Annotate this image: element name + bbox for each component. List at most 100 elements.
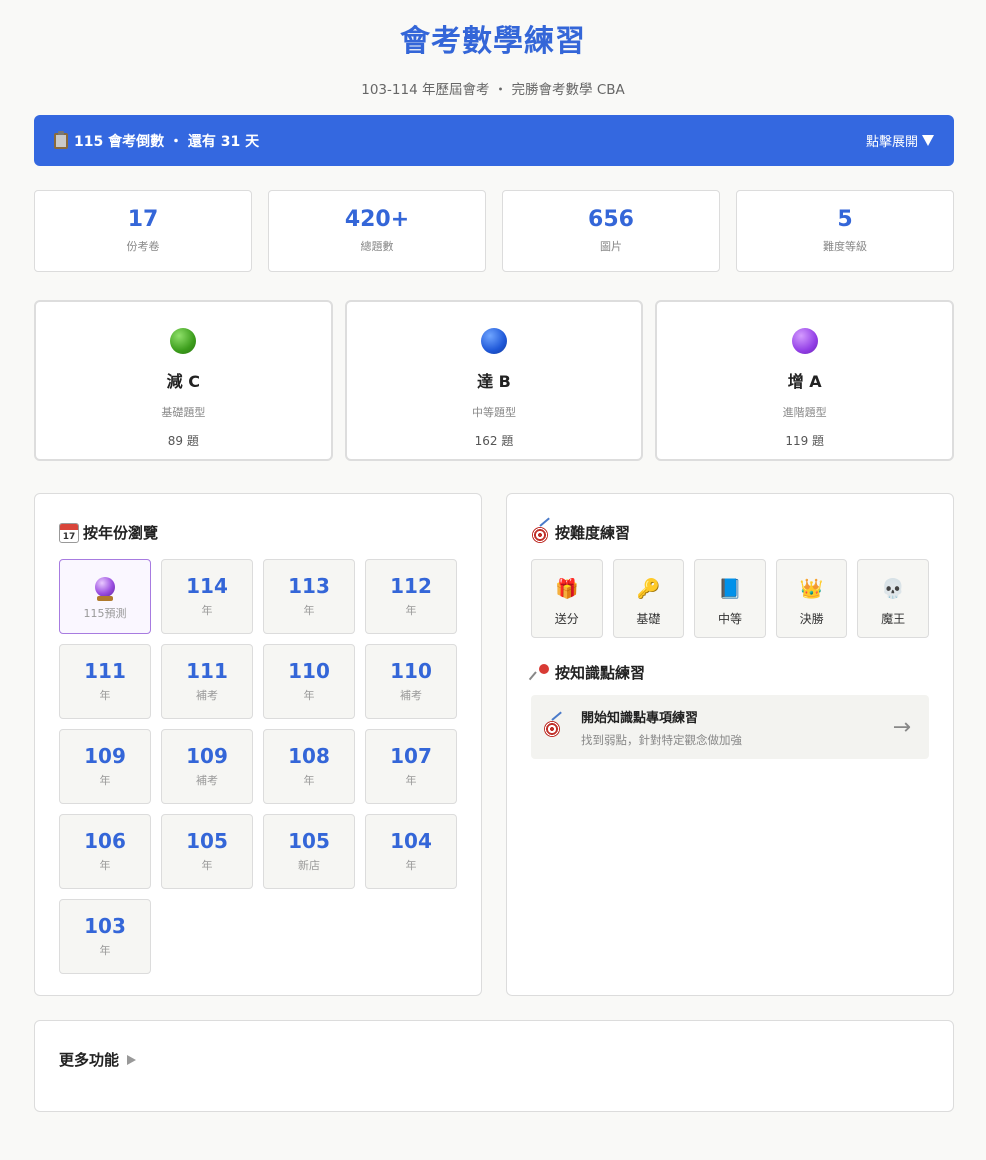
year-tile[interactable]: 105 新店 xyxy=(263,814,355,889)
year-tile[interactable]: 105 年 xyxy=(161,814,253,889)
key-icon: 🔑 xyxy=(636,578,661,600)
year-tile-sub: 115預測 xyxy=(83,607,127,620)
difficulty-label: 中等 xyxy=(717,612,742,626)
page-title: 會考數學練習 xyxy=(400,24,586,59)
knowledge-practice-card[interactable]: 開始知識點專項練習 找到弱點，針對特定觀念做加強 → xyxy=(531,695,929,759)
year-tile-number: 114 xyxy=(186,574,228,598)
difficulty-label: 決勝 xyxy=(799,612,824,626)
calendar-icon: 17 xyxy=(59,522,79,543)
level-name: 增 A xyxy=(787,372,822,391)
year-browse-panel: 17 按年份瀏覽 115預測 114 年 113 年 112 年 111 年 111 補考 110 年… xyxy=(34,493,482,996)
year-grid: 115預測 114 年 113 年 112 年 111 年 111 補考 110 年 110 補考 109 年… xyxy=(59,559,459,974)
level-card-a[interactable]: 增 A 進階題型 119 題 xyxy=(655,300,955,461)
difficulty-buttons: 🎁 送分 🔑 基礎 📘 中等 👑 決勝 💀 魔王 xyxy=(531,559,929,638)
arrow-right-icon: → xyxy=(892,714,911,740)
difficulty-label: 魔王 xyxy=(881,612,906,626)
stat-label: 總題數 xyxy=(360,240,394,253)
level-name: 減 C xyxy=(166,372,200,391)
stat-card-images: 656 圖片 xyxy=(502,190,720,272)
clipboard-icon xyxy=(54,130,68,149)
year-tile-sub: 新店 xyxy=(298,859,320,872)
dart-target-icon xyxy=(543,711,563,737)
year-tile[interactable]: 110 補考 xyxy=(365,644,457,719)
difficulty-button-decisive[interactable]: 👑 決勝 xyxy=(775,559,848,638)
gift-icon: 🎁 xyxy=(554,578,579,600)
year-tile-number: 107 xyxy=(390,744,432,768)
year-tile-number: 105 xyxy=(186,829,228,853)
year-tile-115-predict[interactable]: 115預測 xyxy=(59,559,151,634)
page-subtitle: 103-114 年歷屆會考 ・ 完勝會考數學 CBA xyxy=(361,82,625,98)
difficulty-button-boss[interactable]: 💀 魔王 xyxy=(857,559,929,638)
year-panel-heading: 17 按年份瀏覽 xyxy=(59,522,158,543)
level-count: 89 題 xyxy=(167,434,199,448)
level-count: 162 題 xyxy=(474,434,514,448)
year-tile-number: 109 xyxy=(186,744,228,768)
level-name: 達 B xyxy=(477,372,511,391)
more-features-toggle[interactable]: 更多功能 xyxy=(59,1049,137,1070)
expand-toggle-label: 點擊展開 xyxy=(865,135,918,150)
difficulty-button-basic[interactable]: 🔑 基礎 xyxy=(612,559,685,638)
year-tile-sub: 年 xyxy=(201,604,213,617)
skull-icon: 💀 xyxy=(881,578,905,600)
year-tile[interactable]: 108 年 xyxy=(263,729,355,804)
year-tile-sub: 年 xyxy=(303,604,315,617)
more-features-title: 更多功能 xyxy=(59,1051,120,1069)
year-tile[interactable]: 106 年 xyxy=(59,814,151,889)
level-card-b[interactable]: 達 B 中等題型 162 題 xyxy=(344,300,644,461)
level-count: 119 題 xyxy=(785,434,825,448)
year-tile[interactable]: 109 年 xyxy=(59,729,151,804)
page-header: 會考數學練習 103-114 年歷屆會考 ・ 完勝會考數學 CBA xyxy=(0,0,986,98)
year-tile-sub: 年 xyxy=(303,689,315,702)
knowledge-card-subtitle: 找到弱點，針對特定觀念做加強 xyxy=(581,732,742,747)
year-tile[interactable]: 110 年 xyxy=(263,644,355,719)
purple-circle-icon xyxy=(791,328,818,354)
blue-circle-icon xyxy=(481,328,507,354)
year-tile-number: 111 xyxy=(186,659,228,683)
stat-value: 656 xyxy=(588,207,634,232)
stat-label: 份考卷 xyxy=(126,240,160,253)
year-tile-number: 110 xyxy=(288,659,330,683)
year-tile-sub: 年 xyxy=(303,774,315,787)
knowledge-card-title: 開始知識點專項練習 xyxy=(581,710,699,726)
year-tile-sub: 年 xyxy=(405,774,417,787)
year-tile-number: 104 xyxy=(390,829,432,853)
stat-label: 圖片 xyxy=(600,240,622,253)
year-tile[interactable]: 103 年 xyxy=(59,899,151,974)
triangle-down-icon xyxy=(922,135,934,146)
stats-row: 17 份考卷 420+ 總題數 656 圖片 5 難度等級 xyxy=(34,190,954,272)
countdown-text: 115 會考倒數 ・ 還有 31 天 xyxy=(74,133,260,150)
year-panel-title: 按年份瀏覽 xyxy=(83,524,159,542)
year-tile-sub: 年 xyxy=(99,689,111,702)
year-tile[interactable]: 112 年 xyxy=(365,559,457,634)
stat-label: 難度等級 xyxy=(823,240,867,253)
level-card-c[interactable]: 減 C 基礎題型 89 題 xyxy=(34,300,333,461)
year-tile-number: 113 xyxy=(288,574,330,598)
stat-value: 5 xyxy=(837,207,853,232)
year-tile-number: 109 xyxy=(84,744,126,768)
expand-toggle[interactable]: 點擊展開 xyxy=(866,131,934,150)
year-tile[interactable]: 107 年 xyxy=(365,729,457,804)
year-tile[interactable]: 111 補考 xyxy=(161,644,253,719)
year-tile-sub: 年 xyxy=(405,859,417,872)
level-cards: 減 C 基礎題型 89 題 達 B 中等題型 162 題 增 A 進階題型 11… xyxy=(34,300,955,461)
book-icon: 📘 xyxy=(718,578,742,600)
year-tile[interactable]: 104 年 xyxy=(365,814,457,889)
level-desc: 基礎題型 xyxy=(161,406,206,419)
year-tile[interactable]: 111 年 xyxy=(59,644,151,719)
year-tile[interactable]: 113 年 xyxy=(263,559,355,634)
knowledge-card-text: 開始知識點專項練習 找到弱點，針對特定觀念做加強 xyxy=(581,707,893,748)
stat-value: 17 xyxy=(127,207,159,232)
year-tile[interactable]: 109 補考 xyxy=(161,729,253,804)
difficulty-button-free[interactable]: 🎁 送分 xyxy=(531,559,603,638)
level-desc: 進階題型 xyxy=(782,406,827,419)
stat-card-papers: 17 份考卷 xyxy=(34,190,252,272)
year-tile-number: 112 xyxy=(390,574,432,598)
countdown-banner[interactable]: 115 會考倒數 ・ 還有 31 天 點擊展開 xyxy=(34,115,954,166)
countdown-info: 115 會考倒數 ・ 還有 31 天 xyxy=(54,130,260,151)
year-tile[interactable]: 114 年 xyxy=(161,559,253,634)
pushpin-icon xyxy=(528,663,551,683)
crystal-ball-icon xyxy=(95,577,115,601)
knowledge-title: 按知識點練習 xyxy=(555,664,646,682)
difficulty-button-medium[interactable]: 📘 中等 xyxy=(694,559,766,638)
difficulty-label: 送分 xyxy=(554,612,579,626)
